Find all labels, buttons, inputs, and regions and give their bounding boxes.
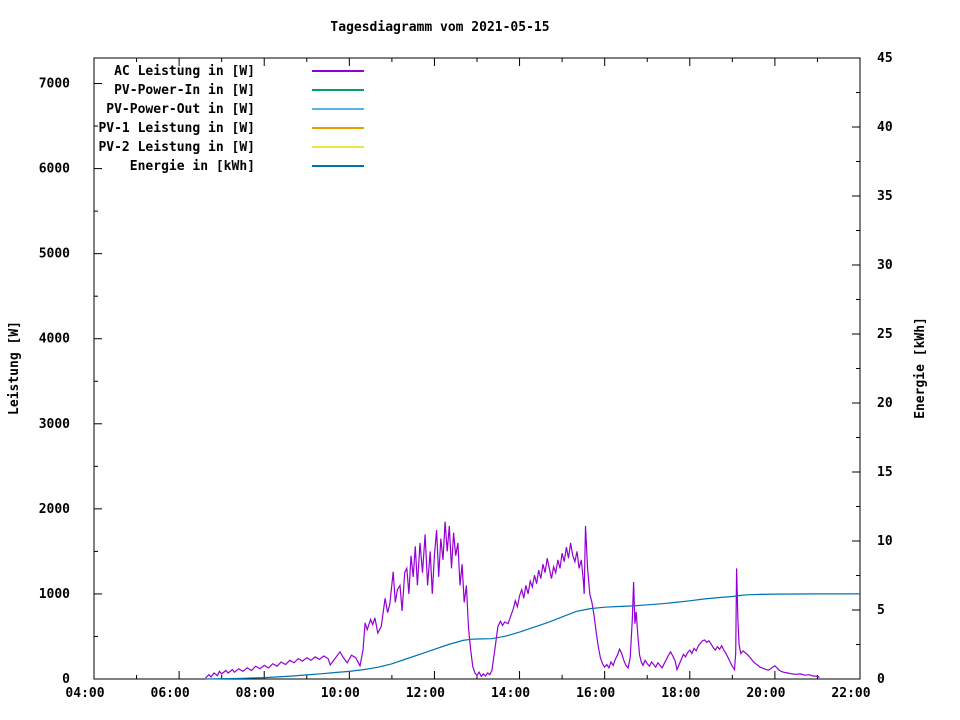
y-tick-label: 5000 <box>39 247 70 262</box>
y-tick-label: 3000 <box>39 417 70 432</box>
chart-plot: Tagesdiagramm vom 2021-05-15 Leistung [W… <box>7 20 928 701</box>
legend-item-label: PV-Power-Out in [W] <box>106 102 255 117</box>
y-tick-label: 0 <box>62 672 70 687</box>
x-tick-label: 14:00 <box>491 686 530 701</box>
y2-tick-label: 0 <box>877 672 885 687</box>
y-tick-label: 4000 <box>39 332 70 347</box>
series-lines <box>205 521 860 680</box>
y2-tick-label: 30 <box>877 258 893 273</box>
legend-item-label: PV-Power-In in [W] <box>114 83 255 98</box>
y-axis-title: Leistung [W] <box>7 321 22 415</box>
y-tick-label: 6000 <box>39 162 70 177</box>
y2-tick-label: 15 <box>877 465 893 480</box>
series-line-energie-in-kwh <box>205 593 860 680</box>
series-line-ac-leistung-in-w <box>205 521 820 679</box>
legend-item-label: PV-1 Leistung in [W] <box>98 121 255 136</box>
y-tick-label: 2000 <box>39 502 70 517</box>
x-tick-label: 10:00 <box>321 686 360 701</box>
x-tick-label: 08:00 <box>236 686 275 701</box>
y-tick-label: 1000 <box>39 587 70 602</box>
x-tick-label: 16:00 <box>576 686 615 701</box>
x-tick-label: 06:00 <box>151 686 190 701</box>
y2-tick-label: 25 <box>877 327 893 342</box>
y2-tick-label: 5 <box>877 603 885 618</box>
x-tick-label: 04:00 <box>65 686 104 701</box>
y-tick-label: 7000 <box>39 77 70 92</box>
chart-title: Tagesdiagramm vom 2021-05-15 <box>330 20 549 35</box>
y2-tick-label: 20 <box>877 396 893 411</box>
x-tick-label: 18:00 <box>661 686 700 701</box>
legend-item-label: AC Leistung in [W] <box>114 64 255 79</box>
x-tick-label: 20:00 <box>746 686 785 701</box>
x-tick-label: 22:00 <box>831 686 870 701</box>
y2-tick-label: 40 <box>877 120 893 135</box>
y2-tick-label: 10 <box>877 534 893 549</box>
gnuplot-day-diagram: Tagesdiagramm vom 2021-05-15 Leistung [W… <box>0 0 960 720</box>
x-tick-label: 12:00 <box>406 686 445 701</box>
y2-tick-label: 35 <box>877 189 893 204</box>
legend: AC Leistung in [W] PV-Power-In in [W] PV-P… <box>98 64 364 174</box>
y2-axis-title: Energie [kWh] <box>913 317 928 419</box>
y2-tick-label: 45 <box>877 51 893 66</box>
legend-item-label: Energie in [kWh] <box>130 159 255 174</box>
legend-item-label: PV-2 Leistung in [W] <box>98 140 255 155</box>
